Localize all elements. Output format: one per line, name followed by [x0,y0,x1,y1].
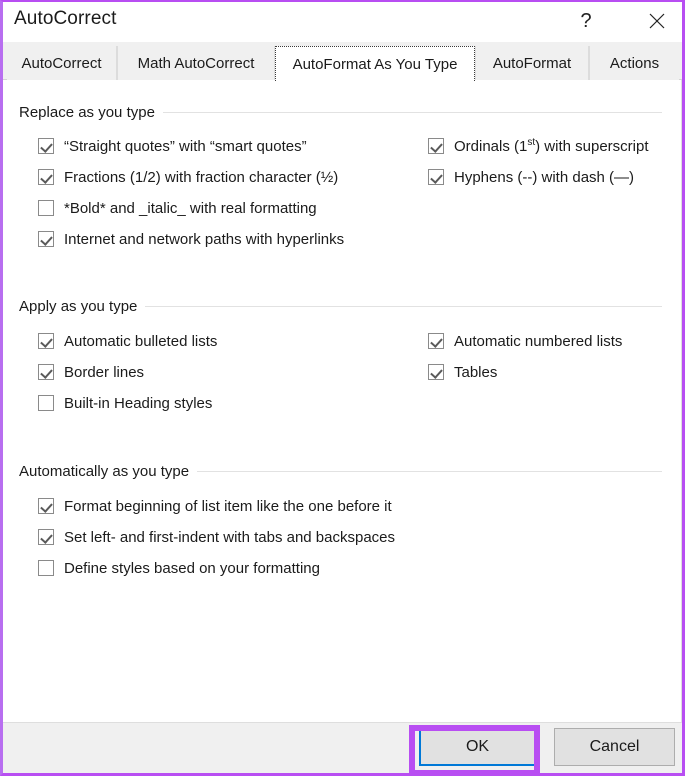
tab-label: Actions [609,54,660,72]
group-header: Apply as you type [19,296,662,316]
ok-button[interactable]: OK [419,728,536,766]
checkbox-box[interactable] [428,333,444,349]
tab-strip: AutoCorrect Math AutoCorrect AutoFormat … [3,42,682,81]
group-title: Automatically as you type [19,462,190,480]
group-divider [145,305,662,307]
checkbox-fractions[interactable]: Fractions (1/2) with fraction character … [38,166,338,188]
checkbox-label: Ordinals (1st) with superscript [454,136,649,155]
group-automatically-as-you-type: Automatically as you type [3,461,681,481]
page-title: AutoCorrect [14,8,117,29]
tab-panel-autoformat-as-you-type: Replace as you type “Straight quotes” wi… [3,80,682,723]
close-button[interactable] [634,2,680,40]
checkbox-label: Format beginning of list item like the o… [64,497,392,515]
checkbox-box[interactable] [428,169,444,185]
tab-autoformat-as-you-type[interactable]: AutoFormat As You Type [275,46,475,81]
checkbox-label: Define styles based on your formatting [64,559,320,577]
tab-label: AutoFormat [492,54,572,72]
dialog-footer: OK Cancel [3,723,682,773]
checkbox-box[interactable] [38,560,54,576]
checkbox-box[interactable] [38,200,54,216]
checkbox-box[interactable] [38,498,54,514]
checkbox-label: Border lines [64,363,145,381]
checkbox-set-left-and-first-indent[interactable]: Set left- and first-indent with tabs and… [38,526,395,548]
checkbox-box[interactable] [38,138,54,154]
group-title: Apply as you type [19,297,138,315]
group-divider [162,111,662,113]
checkbox-box[interactable] [38,169,54,185]
checkbox-box[interactable] [38,333,54,349]
checkbox-label: Automatic numbered lists [454,332,623,350]
checkbox-label: Internet and network paths with hyperlin… [64,230,345,248]
group-header: Automatically as you type [19,461,662,481]
tab-autoformat[interactable]: AutoFormat [475,46,589,80]
checkbox-straight-quotes[interactable]: “Straight quotes” with “smart quotes” [38,135,307,157]
checkbox-label: Automatic bulleted lists [64,332,218,350]
tab-actions[interactable]: Actions [589,46,679,80]
checkbox-label: Built-in Heading styles [64,394,213,412]
tab-label: AutoCorrect [21,54,102,72]
checkbox-box[interactable] [428,138,444,154]
title-bar: AutoCorrect ? [3,2,682,42]
checkbox-label: Hyphens (--) with dash (—) [454,168,635,186]
checkbox-builtin-heading-styles[interactable]: Built-in Heading styles [38,392,212,414]
checkbox-box[interactable] [428,364,444,380]
autocorrect-dialog: AutoCorrect ? AutoCorrect Math AutoCorre… [0,0,685,776]
checkbox-box[interactable] [38,231,54,247]
checkbox-define-styles[interactable]: Define styles based on your formatting [38,557,320,579]
checkbox-internet-paths[interactable]: Internet and network paths with hyperlin… [38,228,344,250]
checkbox-hyphens[interactable]: Hyphens (--) with dash (—) [428,166,634,188]
group-replace-as-you-type: Replace as you type [3,102,681,122]
tab-label: Math AutoCorrect [137,54,255,72]
checkbox-box[interactable] [38,395,54,411]
group-title: Replace as you type [19,103,155,121]
help-button[interactable]: ? [563,2,609,40]
close-icon [649,13,665,29]
checkbox-border-lines[interactable]: Border lines [38,361,144,383]
checkbox-label: *Bold* and _italic_ with real formatting [64,199,317,217]
ok-button-label: OK [465,738,490,755]
checkbox-tables[interactable]: Tables [428,361,497,383]
checkbox-automatic-bulleted-lists[interactable]: Automatic bulleted lists [38,330,217,352]
checkbox-automatic-numbered-lists[interactable]: Automatic numbered lists [428,330,622,352]
checkbox-box[interactable] [38,364,54,380]
tab-label: AutoFormat As You Type [292,55,458,73]
cancel-button-label: Cancel [589,738,640,755]
checkbox-label: “Straight quotes” with “smart quotes” [64,137,307,155]
group-header: Replace as you type [19,102,662,122]
checkbox-bold-italic[interactable]: *Bold* and _italic_ with real formatting [38,197,317,219]
checkbox-label: Fractions (1/2) with fraction character … [64,168,339,186]
cancel-button[interactable]: Cancel [554,728,675,766]
group-divider [197,470,662,472]
checkbox-label: Tables [454,363,498,381]
checkbox-box[interactable] [38,529,54,545]
checkbox-format-beginning-of-list-item[interactable]: Format beginning of list item like the o… [38,495,392,517]
question-mark-icon: ? [580,9,592,32]
tab-math-autocorrect[interactable]: Math AutoCorrect [117,46,275,80]
checkbox-label: Set left- and first-indent with tabs and… [64,528,396,546]
tab-autocorrect[interactable]: AutoCorrect [7,46,117,80]
checkbox-ordinals[interactable]: Ordinals (1st) with superscript [428,135,649,157]
group-apply-as-you-type: Apply as you type [3,296,681,316]
